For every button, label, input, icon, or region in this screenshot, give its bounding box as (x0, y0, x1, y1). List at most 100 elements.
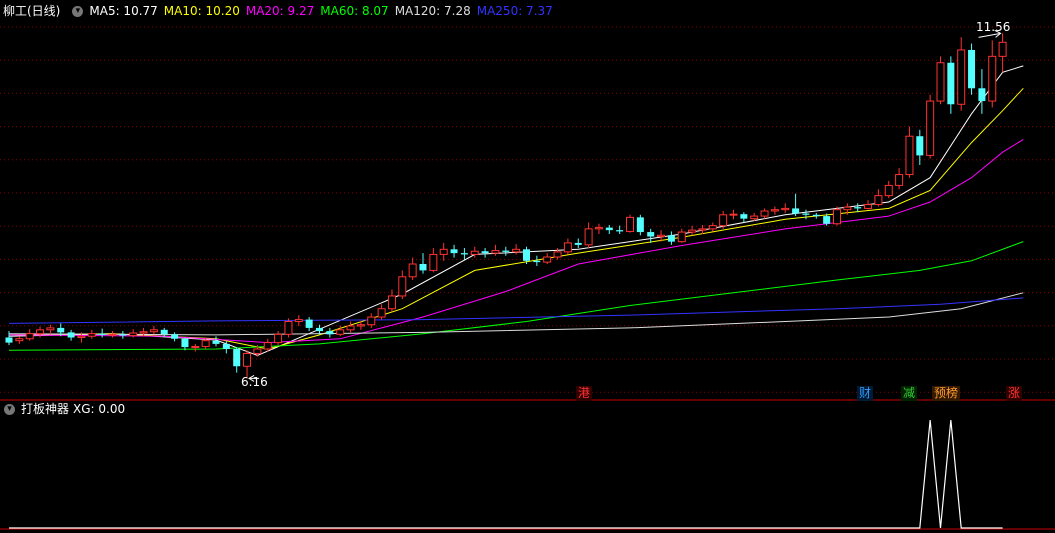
candle-body (346, 325, 355, 331)
candle-body (212, 340, 220, 344)
candle-body (356, 324, 365, 327)
indicator-value: XG: 0.00 (73, 402, 126, 416)
ma120-label: MA120: 7.28 (394, 4, 471, 18)
candle-body (708, 225, 717, 230)
candle-body (326, 331, 334, 335)
ma60-label: MA60: 8.07 (320, 4, 389, 18)
candle-body (57, 327, 65, 333)
candle-body (429, 253, 438, 271)
candle-body (67, 332, 75, 338)
candle-body (36, 329, 45, 335)
candle-body (470, 250, 479, 255)
candle-body (864, 204, 873, 209)
candle-body (677, 231, 686, 243)
settings-dropdown-icon[interactable]: ▾ (72, 6, 84, 17)
candle-body (377, 308, 386, 318)
candle-body (563, 242, 572, 253)
candle-body (533, 260, 541, 263)
candle-body (802, 213, 810, 215)
candle-body (336, 329, 345, 335)
candle-body (874, 195, 883, 206)
candle-body (129, 332, 138, 337)
marker-gang[interactable]: 港 (576, 386, 593, 401)
candle-body (502, 250, 510, 252)
candle-body (843, 206, 852, 211)
candle-body (439, 248, 448, 255)
candle-body (957, 49, 966, 105)
candle-body (988, 55, 997, 102)
candle-body (926, 100, 935, 156)
indicator-dropdown-icon[interactable]: ▾ (4, 404, 15, 415)
candle-body (253, 348, 262, 354)
candle-body (998, 41, 1007, 57)
candle-body (450, 249, 458, 254)
candle-body (160, 329, 168, 335)
candle-body (512, 248, 521, 253)
candle-body (792, 208, 800, 214)
candle-body (553, 251, 562, 258)
candle-body (812, 214, 820, 217)
candle-body (15, 338, 24, 342)
candle-body (460, 253, 468, 255)
candle-body (77, 335, 86, 338)
candle-body (626, 216, 634, 232)
candle-body (936, 62, 945, 102)
candle-body (823, 216, 831, 224)
candle-body (657, 234, 666, 238)
candle-body (481, 251, 489, 254)
candle-body (523, 249, 530, 261)
candle-body (181, 338, 189, 348)
candle-body (729, 213, 738, 216)
low-price-label: 6.16 (241, 375, 268, 389)
candle-body (895, 174, 904, 186)
candle-body (25, 333, 34, 340)
candle-body (750, 215, 759, 220)
candle-body (243, 352, 252, 367)
candle-body (222, 343, 230, 349)
marker-yubang[interactable]: 预榜 (932, 386, 961, 401)
candle-body (149, 329, 158, 333)
candle-body (884, 184, 893, 197)
candle-body (760, 210, 769, 217)
candle-body (947, 62, 955, 105)
candle-body (905, 135, 914, 176)
high-price-label: 11.56 (976, 20, 1011, 34)
candle-body (574, 242, 582, 245)
candle-body (171, 334, 179, 339)
candle-body (98, 333, 106, 335)
stock-title: 柳工(日线) (3, 4, 61, 18)
marker-jian[interactable]: 减 (901, 386, 918, 401)
candle-body (978, 88, 986, 102)
ma-line-ma20 (8, 138, 1024, 344)
candle-body (543, 256, 552, 263)
ma20-label: MA20: 9.27 (245, 4, 315, 18)
candle-body (46, 327, 55, 331)
candle-body (263, 342, 272, 350)
candle-body (491, 250, 500, 254)
candle-body (605, 227, 613, 231)
candle-body (594, 227, 603, 230)
candle-body (233, 348, 241, 367)
marker-zhang[interactable]: 涨 (1006, 386, 1023, 401)
candle-body (305, 319, 313, 328)
ma250-label: MA250: 7.37 (476, 4, 553, 18)
ma-line-ma250 (8, 297, 1024, 324)
candle-body (294, 319, 303, 323)
candle-body (274, 333, 283, 344)
candle-body (740, 214, 748, 219)
candle-body (647, 232, 655, 237)
candle-body (781, 207, 790, 211)
xg-indicator-line (9, 419, 1003, 529)
marker-cai[interactable]: 财 (857, 386, 874, 401)
candle-body (387, 295, 396, 310)
candle-body (191, 345, 200, 348)
candle-body (719, 214, 728, 227)
candle-body (398, 276, 407, 297)
candle-body (367, 316, 376, 326)
candle-body (408, 263, 417, 278)
candle-body (833, 209, 841, 225)
candle-body (119, 334, 127, 336)
kline-chart[interactable] (0, 0, 1055, 533)
ma10-label: MA10: 10.20 (163, 4, 240, 18)
candle-body (968, 49, 976, 89)
